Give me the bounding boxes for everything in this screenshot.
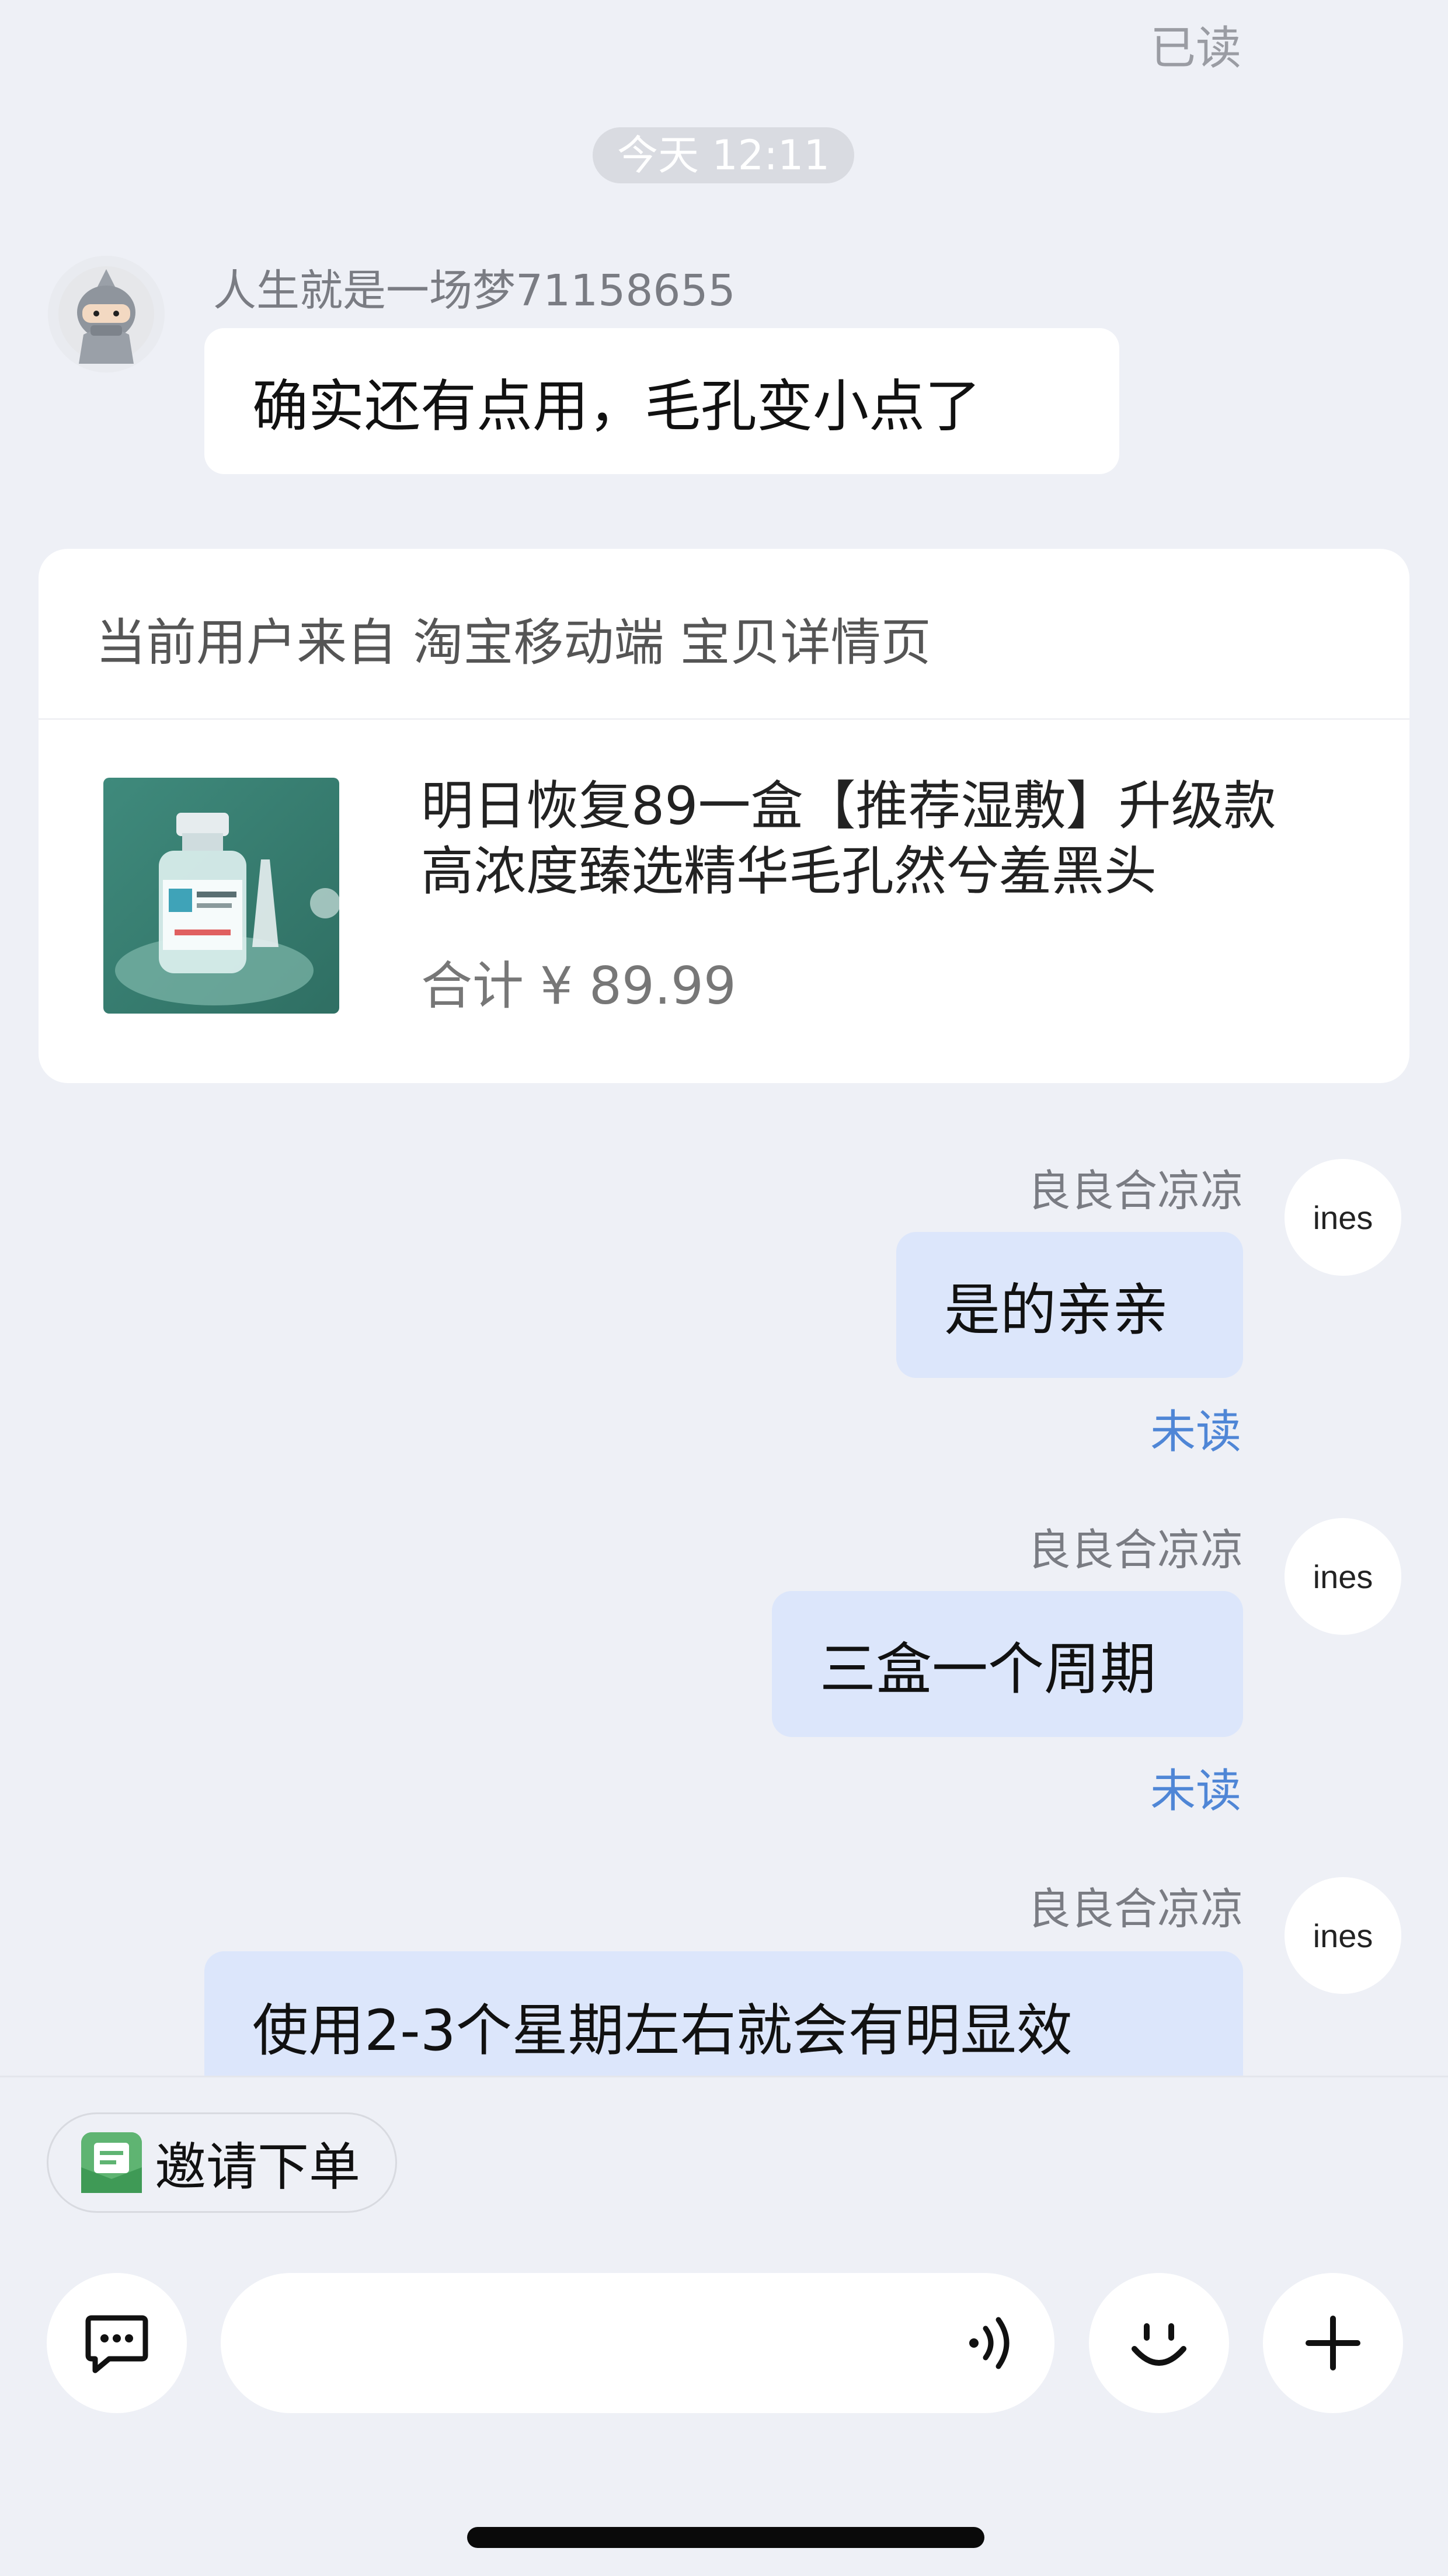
agent-avatar[interactable]: ines — [1285, 1159, 1401, 1276]
home-indicator[interactable] — [467, 2527, 984, 2548]
ninja-avatar-icon — [58, 266, 154, 364]
message-input[interactable] — [221, 2273, 1054, 2413]
message-text: 使用2-3个星期左右就会有明显效 — [252, 1998, 1073, 2063]
product-title-line: 明日恢复89一盒【推荐湿敷】升级款 — [421, 775, 1276, 837]
outgoing-message-bubble[interactable]: 使用2-3个星期左右就会有明显效 — [204, 1951, 1243, 2076]
invite-order-label: 邀请下单 — [155, 2136, 361, 2197]
outgoing-message-bubble[interactable]: 是的亲亲 — [896, 1232, 1243, 1378]
chat-input-area: 邀请下单 — [0, 2076, 1448, 2576]
more-button[interactable] — [1263, 2273, 1403, 2413]
message-text: 是的亲亲 — [944, 1277, 1168, 1343]
invite-order-button[interactable]: 邀请下单 — [47, 2112, 397, 2213]
product-total-price: 合计 ¥ 89.99 — [421, 956, 736, 1016]
outgoing-message-bubble[interactable]: 三盒一个周期 — [772, 1591, 1243, 1737]
read-status: 已读 — [1150, 22, 1241, 75]
incoming-message-bubble[interactable]: 确实还有点用，毛孔变小点了 — [204, 328, 1119, 474]
avatar-text: ines — [1313, 1558, 1373, 1595]
agent-avatar[interactable]: ines — [1285, 1877, 1401, 1994]
time-divider: 今天 12:11 — [593, 127, 854, 183]
sender-name: 良良合凉凉 — [1028, 1525, 1244, 1575]
chat-mode-button[interactable] — [47, 2273, 187, 2413]
product-title[interactable]: 明日恢复89一盒【推荐湿敷】升级款 高浓度臻选精华毛孔然兮羞黑头 — [421, 774, 1379, 904]
sender-name: 良良合凉凉 — [1028, 1884, 1244, 1934]
plus-icon — [1306, 2316, 1360, 2370]
chat-message-list[interactable]: 已读 今天 12:11 人生就是一场梦71158655 确实还有点用，毛孔变小点… — [0, 0, 1448, 2076]
sender-name: 良良合凉凉 — [1028, 1166, 1244, 1216]
product-title-line: 高浓度臻选精华毛孔然兮羞黑头 — [421, 841, 1157, 902]
contact-avatar[interactable] — [48, 256, 165, 373]
order-invite-icon — [81, 2132, 142, 2193]
voice-wave-icon[interactable] — [956, 2308, 1026, 2378]
message-text: 三盒一个周期 — [820, 1636, 1156, 1702]
serum-bottle-icon — [103, 778, 339, 1014]
smile-icon — [1132, 2323, 1186, 2366]
message-text: 确实还有点用，毛孔变小点了 — [252, 373, 981, 439]
message-square-icon — [85, 2315, 148, 2373]
avatar-text: ines — [1313, 1199, 1373, 1236]
agent-avatar[interactable]: ines — [1285, 1518, 1401, 1635]
emoji-button[interactable] — [1089, 2273, 1229, 2413]
product-image[interactable] — [103, 778, 339, 1014]
product-card[interactable]: 当前用户来自 淘宝移动端 宝贝详情页 明日恢复89一盒【推荐湿敷】升级款 高浓度… — [39, 549, 1409, 1083]
avatar-text: ines — [1313, 1917, 1373, 1954]
read-status: 未读 — [1150, 1406, 1241, 1458]
sender-name: 人生就是一场梦71158655 — [213, 266, 736, 316]
divider — [39, 718, 1409, 720]
read-status: 未读 — [1150, 1765, 1241, 1818]
visitor-source-text: 当前用户来自 淘宝移动端 宝贝详情页 — [96, 614, 931, 672]
